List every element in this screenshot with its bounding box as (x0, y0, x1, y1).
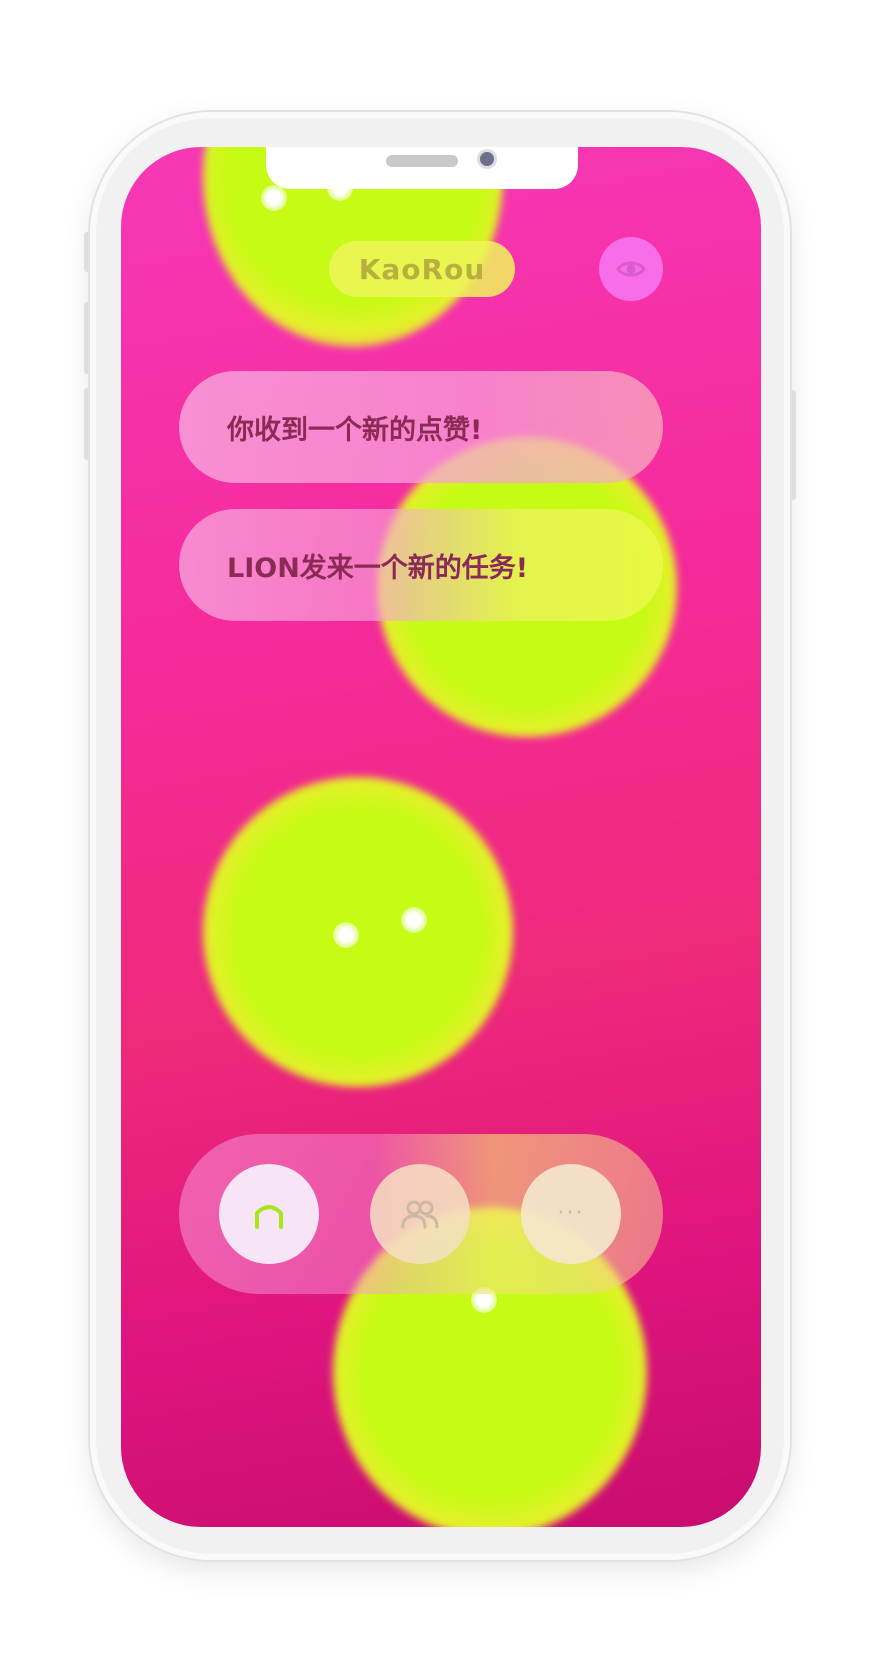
people-icon (401, 1200, 439, 1229)
phone-screen: KaoRou 你收到一个新的点赞! LION发来一个新的任务! ··· (121, 147, 761, 1527)
bottom-tab-bar: ··· (179, 1134, 663, 1294)
home-icon (255, 1205, 283, 1229)
notification-text: 你收到一个新的点赞! (227, 414, 483, 446)
stage: KaoRou 你收到一个新的点赞! LION发来一个新的任务! ··· (0, 0, 881, 1669)
view-button[interactable] (599, 237, 663, 301)
speaker-grille (386, 155, 458, 167)
notch (266, 147, 578, 189)
brand-pill[interactable]: KaoRou (329, 241, 515, 297)
tab-home[interactable] (219, 1164, 319, 1264)
notification-text: LION发来一个新的任务! (227, 552, 529, 584)
blob-eye-dot (333, 922, 359, 948)
blob-eye-dot (401, 907, 427, 933)
brand-label: KaoRou (358, 252, 486, 286)
front-camera (480, 152, 494, 166)
tab-more[interactable]: ··· (521, 1164, 621, 1264)
blob-eye-dot (261, 185, 287, 211)
tab-people[interactable] (370, 1164, 470, 1264)
eye-icon (616, 261, 646, 277)
notification-card[interactable]: LION发来一个新的任务! (179, 509, 663, 621)
notification-card[interactable]: 你收到一个新的点赞! (179, 371, 663, 483)
more-icon: ··· (557, 1201, 585, 1226)
